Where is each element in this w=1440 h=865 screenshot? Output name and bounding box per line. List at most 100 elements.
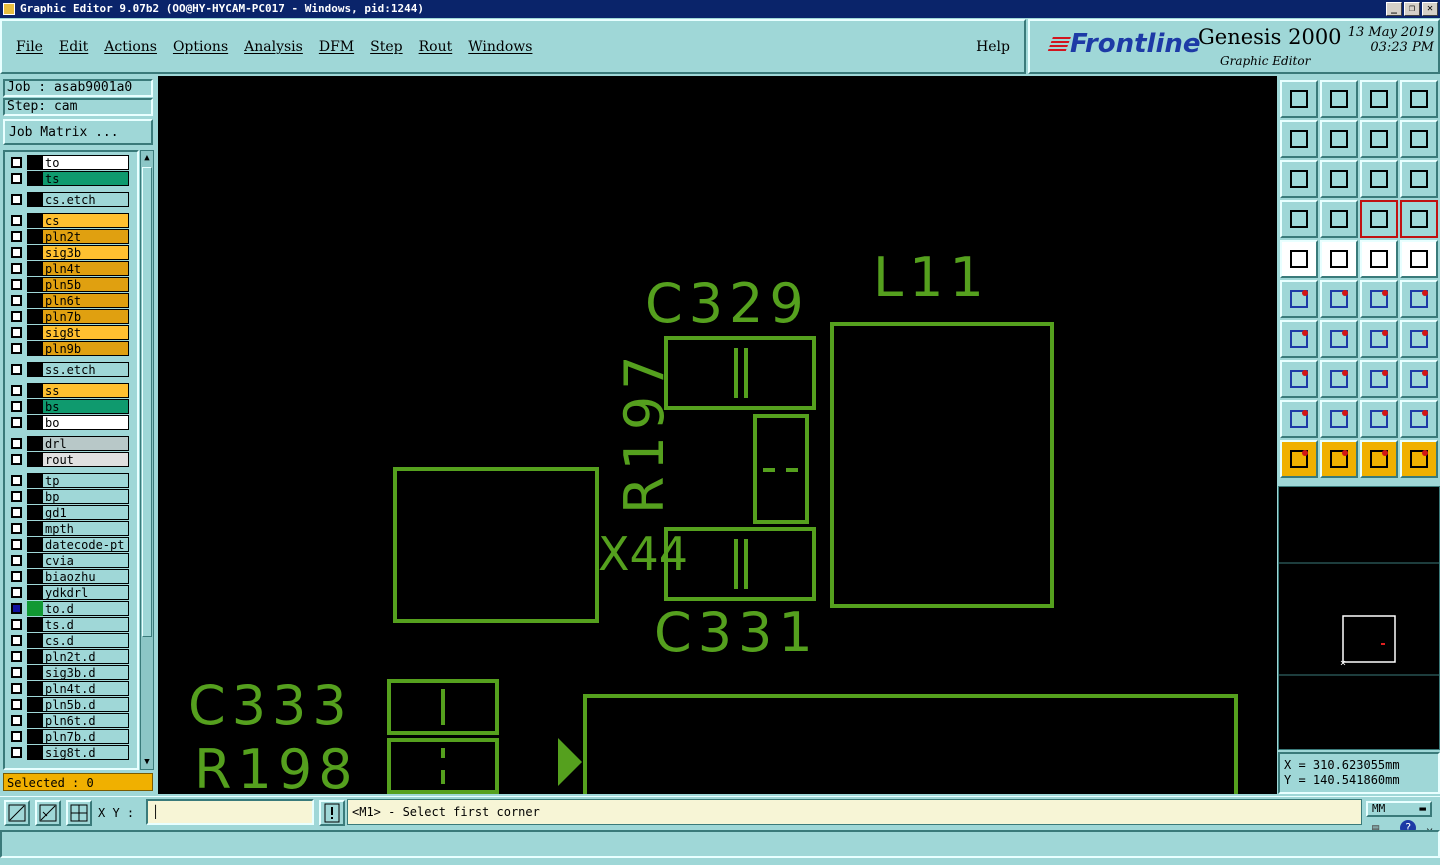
layer-row[interactable]: drl [7, 436, 137, 451]
layer-checkbox[interactable] [11, 555, 22, 566]
menu-options[interactable]: Options [173, 39, 228, 55]
ruler-button[interactable] [1360, 240, 1398, 278]
layer-row[interactable]: datecode-pt [7, 537, 137, 552]
layer-checkbox[interactable] [11, 215, 22, 226]
layer-affected-toggle[interactable] [27, 341, 43, 356]
units-select[interactable]: MM ▬ [1366, 801, 1432, 817]
redo-view-button[interactable] [1320, 120, 1358, 158]
layer-checkbox[interactable] [11, 747, 22, 758]
layer-name[interactable]: sig8t [43, 325, 129, 340]
layer-name[interactable]: bs [43, 399, 129, 414]
slope-line-button[interactable] [1320, 320, 1358, 358]
layer-affected-toggle[interactable] [27, 537, 43, 552]
layer-name[interactable]: gd1 [43, 505, 129, 520]
layer-row[interactable]: pln5b [7, 277, 137, 292]
layer-row[interactable]: sig8t.d [7, 745, 137, 760]
layer-row[interactable]: ss.etch [7, 362, 137, 377]
pad-button[interactable] [1280, 240, 1318, 278]
layer-affected-toggle[interactable] [27, 729, 43, 744]
minimize-button[interactable]: _ [1386, 2, 1402, 16]
cut-tool-button[interactable] [1280, 200, 1318, 238]
layer-checkbox[interactable] [11, 401, 22, 412]
layer-row[interactable]: sig8t [7, 325, 137, 340]
undo-view-button[interactable] [1280, 120, 1318, 158]
layer-affected-toggle[interactable] [27, 245, 43, 260]
layer-affected-toggle[interactable] [27, 681, 43, 696]
layer-checkbox[interactable] [11, 263, 22, 274]
layer-checkbox[interactable] [11, 364, 22, 375]
layer-affected-toggle[interactable] [27, 293, 43, 308]
layer-checkbox[interactable] [11, 731, 22, 742]
layer-toggle-button[interactable] [1400, 200, 1438, 238]
select-arrow-button[interactable] [1280, 440, 1318, 478]
layer-checkbox[interactable] [11, 194, 22, 205]
menu-edit[interactable]: Edit [59, 39, 88, 55]
layer-checkbox[interactable] [11, 417, 22, 428]
zoom-center-button[interactable] [1320, 160, 1358, 198]
layer-row[interactable]: sig3b.d [7, 665, 137, 680]
layer-row[interactable]: cs.etch [7, 192, 137, 207]
layer-name[interactable]: rout [43, 452, 129, 467]
menu-step[interactable]: Step [370, 39, 402, 55]
layer-affected-toggle[interactable] [27, 213, 43, 228]
layer-affected-toggle[interactable] [27, 553, 43, 568]
layer-name[interactable]: cvia [43, 553, 129, 568]
menu-analysis[interactable]: Analysis [244, 39, 303, 55]
view-frame[interactable] [1342, 615, 1396, 663]
layer-name[interactable]: pln2t.d [43, 649, 129, 664]
swap-button[interactable] [1360, 120, 1398, 158]
layer-row[interactable]: pln7b [7, 309, 137, 324]
feature-select-button[interactable] [1280, 360, 1318, 398]
layer-checkbox[interactable] [11, 343, 22, 354]
layer-affected-toggle[interactable] [27, 489, 43, 504]
connect-button[interactable] [1280, 280, 1318, 318]
layer-name[interactable]: pln6t [43, 293, 129, 308]
layer-name[interactable]: pln4t.d [43, 681, 129, 696]
layer-checkbox[interactable] [11, 173, 22, 184]
layer-row[interactable]: ts [7, 171, 137, 186]
layer-checkbox[interactable] [11, 157, 22, 168]
triangle-d-button[interactable] [1400, 400, 1438, 438]
scroll-down-icon[interactable]: ▼ [141, 756, 153, 768]
layer-checkbox[interactable] [11, 635, 22, 646]
layer-affected-toggle[interactable] [27, 713, 43, 728]
layer-name[interactable]: cs.etch [43, 192, 129, 207]
layer-checkbox[interactable] [11, 385, 22, 396]
layer-checkbox[interactable] [11, 587, 22, 598]
layer-affected-toggle[interactable] [27, 383, 43, 398]
layer-affected-toggle[interactable] [27, 261, 43, 276]
open-job-button[interactable] [1280, 80, 1318, 118]
layer-affected-toggle[interactable] [27, 697, 43, 712]
layer-row[interactable]: biaozhu [7, 569, 137, 584]
layer-row[interactable]: cs [7, 213, 137, 228]
graphic-canvas[interactable]: C329 L11 R197 X44 C331 C333 R198 [158, 76, 1277, 794]
layer-name[interactable]: to [43, 155, 129, 170]
grid-button[interactable] [1320, 200, 1358, 238]
layer-name[interactable]: mpth [43, 521, 129, 536]
layer-affected-toggle[interactable] [27, 585, 43, 600]
line-move-button[interactable] [1400, 280, 1438, 318]
layer-row[interactable]: ydkdrl [7, 585, 137, 600]
layer-checkbox[interactable] [11, 539, 22, 550]
layer-affected-toggle[interactable] [27, 473, 43, 488]
layer-checkbox[interactable] [11, 279, 22, 290]
route-button[interactable] [1400, 440, 1438, 478]
layer-row[interactable]: pln4t [7, 261, 137, 276]
window-split-button[interactable] [1400, 80, 1438, 118]
layer-affected-toggle[interactable] [27, 309, 43, 324]
menu-windows[interactable]: Windows [468, 39, 532, 55]
layer-name[interactable]: biaozhu [43, 569, 129, 584]
layer-affected-toggle[interactable] [27, 436, 43, 451]
layer-row[interactable]: pln5b.d [7, 697, 137, 712]
layer-name[interactable]: datecode-pt [43, 537, 129, 552]
layer-affected-toggle[interactable] [27, 601, 43, 616]
layer-name[interactable]: ts [43, 171, 129, 186]
layer-name[interactable]: pln5b.d [43, 697, 129, 712]
layer-checkbox[interactable] [11, 523, 22, 534]
layer-name[interactable]: pln4t [43, 261, 129, 276]
layer-row[interactable]: tp [7, 473, 137, 488]
horizontal-line-button[interactable] [1320, 360, 1358, 398]
arc-button[interactable] [1360, 320, 1398, 358]
layer-affected-toggle[interactable] [27, 325, 43, 340]
layer-name[interactable]: ss.etch [43, 362, 129, 377]
